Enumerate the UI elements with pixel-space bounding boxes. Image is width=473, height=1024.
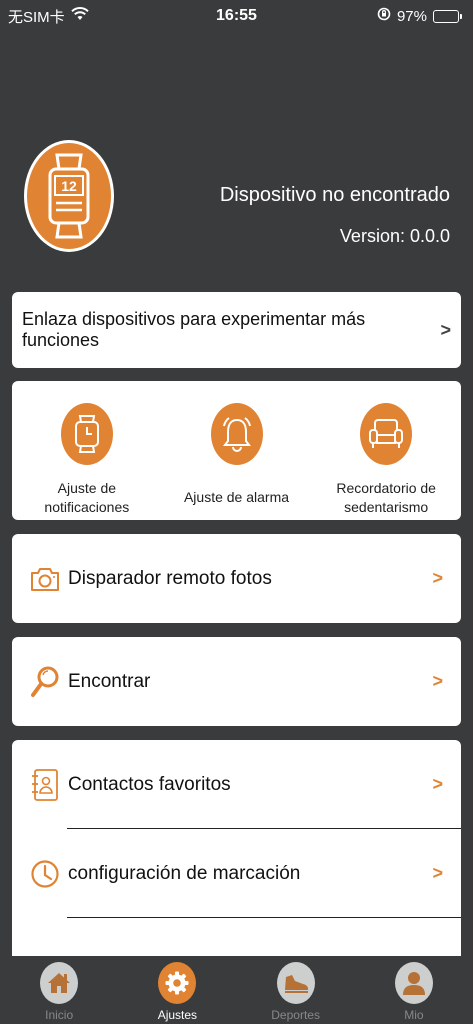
settings-list: Contactos favoritos > configuración de m… [12,740,461,980]
find-device-row[interactable]: Encontrar > [12,637,461,726]
function-shortcuts-card: Ajuste de notificaciones Ajuste de alarm… [12,381,461,520]
smartwatch-number: 12 [61,178,77,194]
notifications-setting-label: Ajuste de notificaciones [44,480,130,515]
magnifier-icon [30,666,60,697]
device-avatar[interactable]: 12 [24,140,114,252]
sedentary-reminder-label: Recordatorio de sedentarismo [336,480,436,515]
alarm-bell-icon [210,403,263,465]
user-icon [394,962,433,1004]
tab-inicio-label: Inicio [45,1008,74,1022]
battery-percent: 97% [396,7,427,25]
sedentary-reminder-button[interactable]: Recordatorio de sedentarismo [311,381,461,520]
alarm-setting-button[interactable]: Ajuste de alarma [162,381,312,520]
tab-deportes-label: Deportes [271,1008,320,1022]
carrier-label: 无SIM卡 [8,8,65,26]
tab-mio[interactable]: Mio [355,956,473,1024]
find-device-label: Encontrar [68,670,151,692]
armchair-icon [360,403,413,465]
tab-bar: Inicio Ajustes Deportes Mio [0,956,473,1024]
watch-icon [60,403,113,465]
favorite-contacts-label: Contactos favoritos [68,773,231,795]
camera-icon [30,564,60,594]
orientation-lock-icon [377,7,391,25]
device-header: 12 Dispositivo no encontrado Version: 0.… [0,130,473,270]
chevron-right-icon: > [432,863,443,883]
status-bar: 无SIM卡 16:55 97% [0,0,473,32]
running-shoe-icon [276,962,315,1004]
remote-camera-label: Disparador remoto fotos [68,567,272,589]
smartwatch-icon: 12 [48,153,90,239]
device-version: Version: 0.0.0 [339,226,450,246]
tab-ajustes[interactable]: Ajustes [118,956,236,1024]
battery-icon [433,9,462,23]
dial-settings-row[interactable]: configuración de marcación > [12,829,461,918]
divider [67,917,461,918]
remote-camera-row[interactable]: Disparador remoto fotos > [12,534,461,623]
wifi-icon [70,7,89,25]
clock-icon [30,859,60,889]
chevron-right-icon: > [440,319,451,340]
chevron-right-icon: > [432,568,443,588]
tab-deportes[interactable]: Deportes [237,956,355,1024]
notifications-setting-button[interactable]: Ajuste de notificaciones [12,381,162,520]
chevron-right-icon: > [432,774,443,794]
link-devices-label: Enlaza dispositivos para experimentar má… [22,309,366,350]
status-right: 97% [377,7,462,25]
link-devices-card[interactable]: Enlaza dispositivos para experimentar má… [12,292,461,368]
tab-ajustes-label: Ajustes [157,1008,198,1022]
gear-icon [158,962,197,1004]
status-left: 无SIM卡 [8,6,89,27]
tab-mio-label: Mio [404,1008,424,1022]
chevron-right-icon: > [432,671,443,691]
contacts-book-icon [30,768,60,801]
home-icon [40,962,79,1004]
alarm-setting-label: Ajuste de alarma [183,489,290,505]
tab-inicio[interactable]: Inicio [0,956,118,1024]
dial-settings-label: configuración de marcación [68,862,301,884]
favorite-contacts-row[interactable]: Contactos favoritos > [12,740,461,829]
device-status: Dispositivo no encontrado [219,184,450,206]
